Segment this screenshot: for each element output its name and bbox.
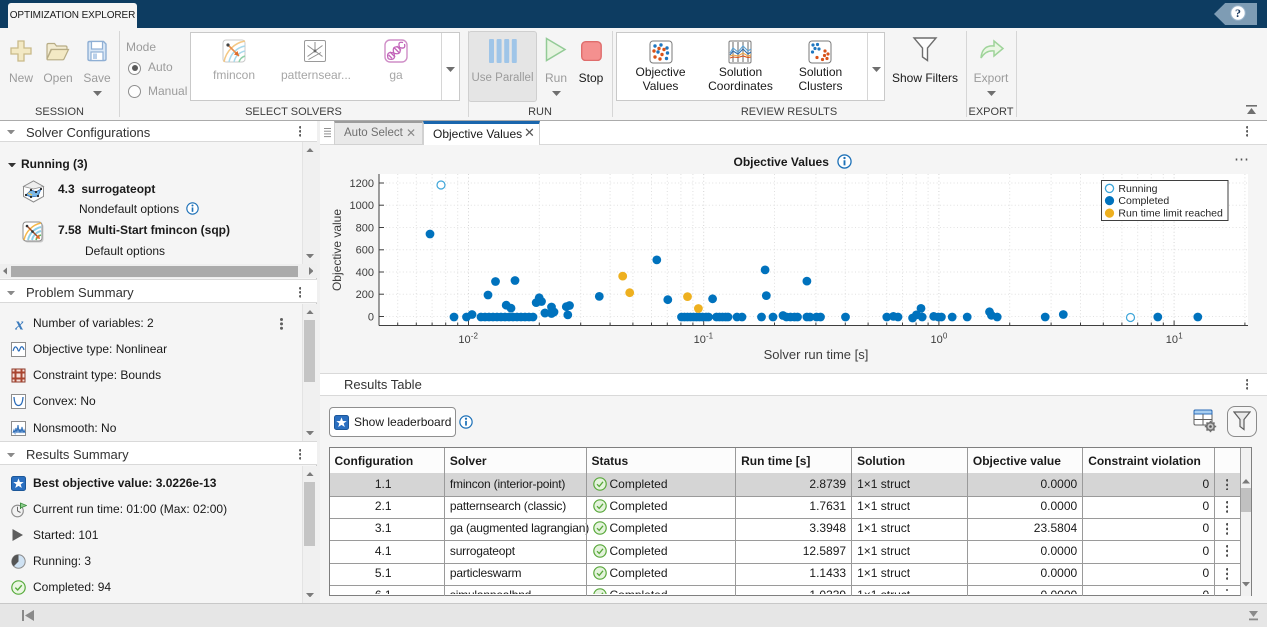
svg-text:?: ?: [1235, 6, 1241, 20]
svg-text:0: 0: [943, 332, 948, 341]
svg-text:Completed: Completed: [1118, 195, 1169, 207]
svg-text:-2: -2: [471, 332, 479, 341]
svg-text:10: 10: [1166, 334, 1178, 346]
svg-text:600: 600: [356, 245, 374, 257]
svg-text:Run time limit reached: Run time limit reached: [1118, 208, 1223, 220]
svg-text:1200: 1200: [350, 178, 374, 190]
svg-text:Objective value: Objective value: [330, 209, 344, 291]
svg-text:10: 10: [931, 334, 943, 346]
svg-text:Solver run time [s]: Solver run time [s]: [764, 347, 869, 362]
svg-text:Running: Running: [1118, 183, 1157, 195]
svg-text:0: 0: [368, 311, 374, 323]
svg-text:200: 200: [356, 289, 374, 301]
svg-text:x: x: [14, 316, 24, 332]
svg-text:10: 10: [694, 334, 706, 346]
svg-text:1: 1: [1178, 332, 1183, 341]
svg-text:1000: 1000: [350, 200, 374, 212]
svg-text:400: 400: [356, 267, 374, 279]
svg-text:-1: -1: [706, 332, 714, 341]
svg-text:800: 800: [356, 222, 374, 234]
svg-text:10: 10: [458, 334, 470, 346]
